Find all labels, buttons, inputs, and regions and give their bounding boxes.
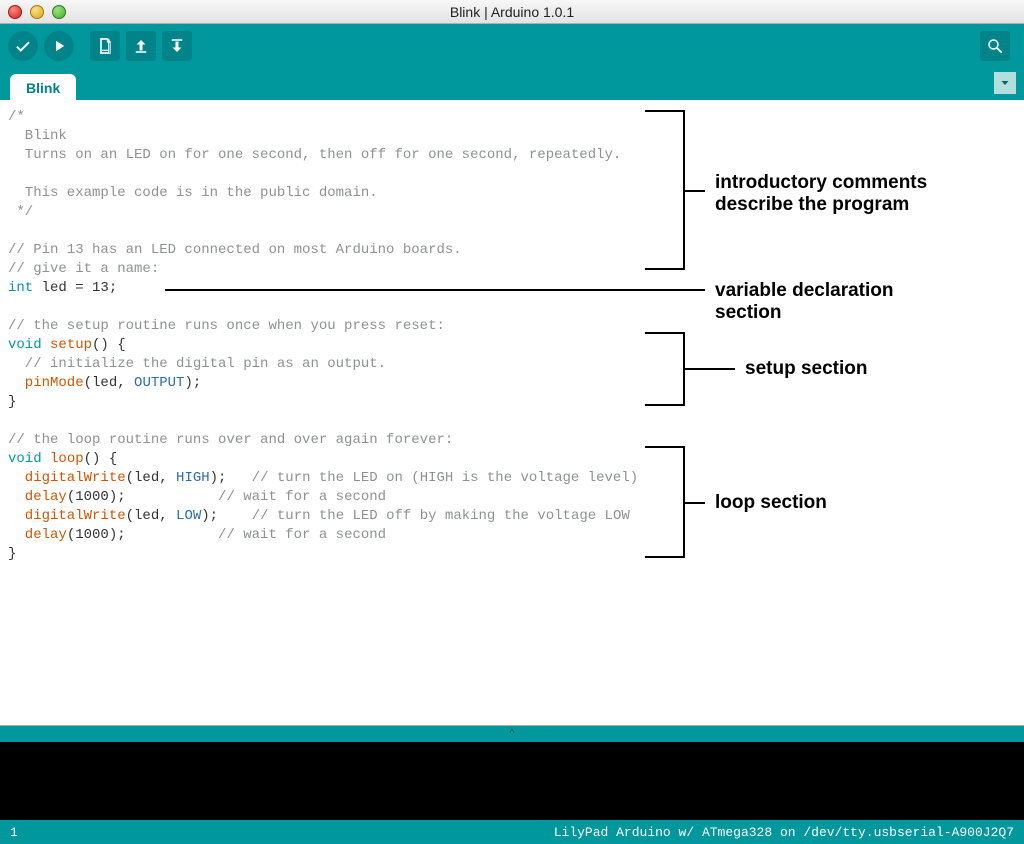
save-button[interactable] — [162, 31, 192, 61]
console-output[interactable] — [0, 742, 1024, 820]
tab-menu-button[interactable] — [994, 72, 1016, 94]
code-comment — [8, 166, 16, 182]
code-comment: // the setup routine runs once when you … — [8, 318, 445, 334]
code-keyword: void — [8, 451, 42, 467]
code-keyword: void — [8, 337, 42, 353]
code-comment: // Pin 13 has an LED connected on most A… — [8, 242, 462, 258]
code-comment: Blink — [8, 128, 67, 144]
code-const: LOW — [176, 508, 201, 524]
close-icon[interactable] — [8, 5, 22, 19]
code-func: pinMode — [8, 375, 84, 391]
code-func: setup — [42, 337, 92, 353]
minimize-icon[interactable] — [30, 5, 44, 19]
open-button[interactable] — [126, 31, 156, 61]
code-comment: Turns on an LED on for one second, then … — [8, 147, 621, 163]
status-bar: 1 LilyPad Arduino w/ ATmega328 on /dev/t… — [0, 820, 1024, 844]
serial-monitor-button[interactable] — [980, 31, 1010, 61]
upload-button[interactable] — [44, 31, 74, 61]
code-comment: // initialize the digital pin as an outp… — [8, 356, 386, 372]
chevron-down-icon — [999, 77, 1011, 89]
traffic-lights — [8, 5, 66, 19]
code-func: delay — [8, 527, 67, 543]
toolbar — [0, 24, 1024, 68]
code-text: () { — [92, 337, 126, 353]
status-line-number: 1 — [10, 825, 554, 840]
file-icon — [96, 37, 114, 55]
arrow-down-icon — [168, 37, 186, 55]
maximize-icon[interactable] — [52, 5, 66, 19]
editor-pane: /* Blink Turns on an LED on for one seco… — [0, 100, 1024, 726]
code-text: (1000); — [67, 527, 218, 543]
code-text: () { — [84, 451, 118, 467]
code-text: ); — [184, 375, 201, 391]
tab-blink[interactable]: Blink — [10, 74, 76, 100]
code-text: } — [8, 394, 16, 410]
magnifier-icon — [986, 37, 1004, 55]
code-comment: // wait for a second — [218, 527, 386, 543]
code-comment: This example code is in the public domai… — [8, 185, 378, 201]
code-text: (led, — [126, 470, 176, 486]
code-func: loop — [42, 451, 84, 467]
title-bar: Blink | Arduino 1.0.1 — [0, 0, 1024, 24]
code-text: led = 13; — [33, 280, 117, 296]
code-text: } — [8, 546, 16, 562]
code-editor[interactable]: /* Blink Turns on an LED on for one seco… — [0, 100, 1024, 725]
code-text: ); — [201, 508, 251, 524]
code-func: delay — [8, 489, 67, 505]
code-text: (led, — [126, 508, 176, 524]
code-comment: // wait for a second — [218, 489, 386, 505]
code-comment: // the loop routine runs over and over a… — [8, 432, 453, 448]
new-button[interactable] — [90, 31, 120, 61]
status-board-info: LilyPad Arduino w/ ATmega328 on /dev/tty… — [554, 825, 1014, 840]
code-func: digitalWrite — [8, 470, 126, 486]
pane-separator[interactable]: ^ — [0, 726, 1024, 742]
code-comment: // turn the LED off by making the voltag… — [252, 508, 630, 524]
arrow-up-icon — [132, 37, 150, 55]
window-title: Blink | Arduino 1.0.1 — [0, 4, 1024, 20]
arrow-right-icon — [50, 37, 68, 55]
code-const: OUTPUT — [134, 375, 184, 391]
code-comment: // give it a name: — [8, 261, 159, 277]
code-comment: /* — [8, 109, 25, 125]
tab-strip: Blink — [0, 68, 1024, 100]
code-comment: */ — [8, 204, 33, 220]
code-text: (1000); — [67, 489, 218, 505]
code-text: (led, — [84, 375, 134, 391]
code-keyword: int — [8, 280, 33, 296]
code-comment: // turn the LED on (HIGH is the voltage … — [252, 470, 638, 486]
code-func: digitalWrite — [8, 508, 126, 524]
check-icon — [14, 37, 32, 55]
code-text: ); — [210, 470, 252, 486]
code-const: HIGH — [176, 470, 210, 486]
verify-button[interactable] — [8, 31, 38, 61]
